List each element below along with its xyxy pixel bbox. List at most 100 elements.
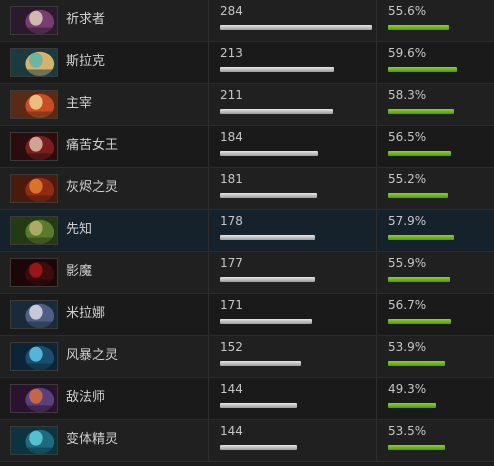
hero-name[interactable]: 米拉娜 bbox=[66, 306, 105, 322]
hero-row[interactable]: 风暴之灵 152 53.9% bbox=[0, 336, 494, 378]
mirana-portrait-icon[interactable] bbox=[10, 300, 58, 329]
matches-cell: 181 bbox=[208, 168, 377, 209]
natures-prophet-portrait-icon[interactable] bbox=[10, 216, 58, 245]
matches-bar-fill bbox=[220, 25, 372, 30]
matches-bar bbox=[220, 25, 372, 30]
matches-cell: 284 bbox=[208, 0, 377, 41]
storm-spirit-portrait-icon[interactable] bbox=[10, 342, 58, 371]
winrate-value: 58.3% bbox=[388, 88, 427, 102]
winrate-cell: 59.6% bbox=[376, 42, 494, 83]
hero-cell: 风暴之灵 bbox=[0, 336, 209, 377]
matches-cell: 184 bbox=[208, 126, 377, 167]
winrate-bar-fill bbox=[388, 235, 454, 240]
hero-name[interactable]: 斯拉克 bbox=[66, 54, 105, 70]
hero-name[interactable]: 变体精灵 bbox=[66, 432, 118, 448]
hero-name[interactable]: 影魔 bbox=[66, 264, 92, 280]
hero-name[interactable]: 祈求者 bbox=[66, 12, 105, 28]
matches-count: 171 bbox=[220, 298, 243, 312]
matches-bar bbox=[220, 319, 372, 324]
matches-cell: 213 bbox=[208, 42, 377, 83]
matches-bar-fill bbox=[220, 67, 334, 72]
winrate-cell: 56.7% bbox=[376, 294, 494, 335]
winrate-bar-fill bbox=[388, 25, 449, 30]
hero-name[interactable]: 风暴之灵 bbox=[66, 348, 118, 364]
hero-row[interactable]: 祈求者 284 55.6% bbox=[0, 0, 494, 42]
winrate-bar-fill bbox=[388, 109, 454, 114]
matches-bar-fill bbox=[220, 193, 317, 198]
winrate-value: 56.7% bbox=[388, 298, 427, 312]
hero-row[interactable]: 影魔 177 55.9% bbox=[0, 252, 494, 294]
hero-name[interactable]: 敌法师 bbox=[66, 390, 105, 406]
winrate-bar bbox=[388, 151, 488, 156]
matches-cell: 144 bbox=[208, 378, 377, 419]
ember-spirit-portrait-icon[interactable] bbox=[10, 174, 58, 203]
matches-bar bbox=[220, 445, 372, 450]
hero-name[interactable]: 痛苦女王 bbox=[66, 138, 118, 154]
hero-row[interactable]: 米拉娜 171 56.7% bbox=[0, 294, 494, 336]
invoker-portrait-icon[interactable] bbox=[10, 6, 58, 35]
hero-cell: 灰烬之灵 bbox=[0, 168, 209, 209]
winrate-bar-fill bbox=[388, 403, 436, 408]
hero-cell: 影魔 bbox=[0, 252, 209, 293]
hero-row[interactable]: 斯拉克 213 59.6% bbox=[0, 42, 494, 84]
winrate-bar-fill bbox=[388, 445, 445, 450]
winrate-bar bbox=[388, 361, 488, 366]
matches-bar bbox=[220, 109, 372, 114]
winrate-bar bbox=[388, 403, 488, 408]
shadow-fiend-portrait-icon[interactable] bbox=[10, 258, 58, 287]
winrate-cell: 55.9% bbox=[376, 252, 494, 293]
matches-bar-fill bbox=[220, 319, 312, 324]
matches-bar bbox=[220, 235, 372, 240]
matches-bar bbox=[220, 151, 372, 156]
winrate-cell: 49.3% bbox=[376, 378, 494, 419]
matches-bar bbox=[220, 193, 372, 198]
matches-bar bbox=[220, 361, 372, 366]
matches-count: 152 bbox=[220, 340, 243, 354]
juggernaut-portrait-icon[interactable] bbox=[10, 90, 58, 119]
matches-cell: 152 bbox=[208, 336, 377, 377]
matches-count: 177 bbox=[220, 256, 243, 270]
hero-name[interactable]: 先知 bbox=[66, 222, 92, 238]
slark-portrait-icon[interactable] bbox=[10, 48, 58, 77]
hero-cell: 祈求者 bbox=[0, 0, 209, 41]
winrate-value: 59.6% bbox=[388, 46, 427, 60]
winrate-cell: 55.6% bbox=[376, 0, 494, 41]
matches-count: 284 bbox=[220, 4, 243, 18]
hero-cell: 斯拉克 bbox=[0, 42, 209, 83]
matches-bar-fill bbox=[220, 235, 315, 240]
hero-cell: 敌法师 bbox=[0, 378, 209, 419]
matches-cell: 177 bbox=[208, 252, 377, 293]
queen-of-pain-portrait-icon[interactable] bbox=[10, 132, 58, 161]
hero-row[interactable]: 变体精灵 144 53.5% bbox=[0, 420, 494, 462]
winrate-value: 49.3% bbox=[388, 382, 427, 396]
hero-row[interactable]: 灰烬之灵 181 55.2% bbox=[0, 168, 494, 210]
matches-cell: 211 bbox=[208, 84, 377, 125]
anti-mage-portrait-icon[interactable] bbox=[10, 384, 58, 413]
morphling-portrait-icon[interactable] bbox=[10, 426, 58, 455]
winrate-bar-fill bbox=[388, 151, 451, 156]
winrate-bar-fill bbox=[388, 193, 448, 198]
hero-cell: 变体精灵 bbox=[0, 420, 209, 461]
matches-count: 181 bbox=[220, 172, 243, 186]
hero-row[interactable]: 敌法师 144 49.3% bbox=[0, 378, 494, 420]
winrate-cell: 53.5% bbox=[376, 420, 494, 461]
winrate-cell: 55.2% bbox=[376, 168, 494, 209]
winrate-bar bbox=[388, 193, 488, 198]
winrate-value: 53.9% bbox=[388, 340, 427, 354]
matches-cell: 178 bbox=[208, 210, 377, 251]
hero-name[interactable]: 灰烬之灵 bbox=[66, 180, 118, 196]
winrate-bar bbox=[388, 25, 488, 30]
matches-bar-fill bbox=[220, 403, 297, 408]
matches-bar-fill bbox=[220, 361, 301, 366]
hero-name[interactable]: 主宰 bbox=[66, 96, 92, 112]
hero-cell: 痛苦女王 bbox=[0, 126, 209, 167]
hero-cell: 米拉娜 bbox=[0, 294, 209, 335]
matches-bar bbox=[220, 67, 372, 72]
hero-row[interactable]: 主宰 211 58.3% bbox=[0, 84, 494, 126]
hero-row[interactable]: 痛苦女王 184 56.5% bbox=[0, 126, 494, 168]
winrate-bar bbox=[388, 109, 488, 114]
matches-bar-fill bbox=[220, 277, 315, 282]
hero-row[interactable]: 先知 178 57.9% bbox=[0, 210, 494, 252]
matches-count: 184 bbox=[220, 130, 243, 144]
matches-count: 144 bbox=[220, 382, 243, 396]
